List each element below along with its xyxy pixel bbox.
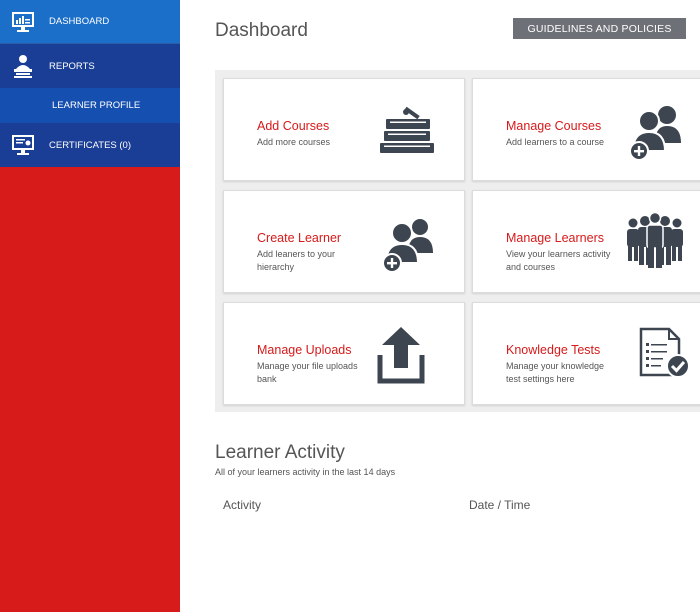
sidebar-item-label: CERTIFICATES (0) — [49, 139, 131, 151]
page-title: Dashboard — [215, 20, 308, 41]
card-knowledge-tests[interactable]: Knowledge Tests Manage your knowledge te… — [472, 302, 700, 405]
sidebar-item-label: LEARNER PROFILE — [52, 100, 141, 111]
card-title: Knowledge Tests — [506, 343, 601, 357]
document-check-icon — [637, 325, 700, 389]
user-add-icon — [376, 211, 440, 275]
column-header-activity[interactable]: Activity — [223, 498, 261, 512]
monitor-icon — [10, 10, 36, 34]
card-description: Manage your file uploads bank — [257, 361, 358, 384]
column-header-date-time[interactable]: Date / Time — [469, 498, 530, 512]
card-title: Manage Learners — [506, 231, 604, 245]
card-title: Create Learner — [257, 231, 342, 245]
sidebar-item-label: REPORTS — [49, 60, 95, 72]
dashboard-cards-panel: Add Courses Add more courses Manage Cour… — [215, 70, 700, 412]
card-description: Add leaners to your hierarchy — [257, 249, 336, 272]
card-add-courses[interactable]: Add Courses Add more courses — [223, 78, 465, 181]
card-description: Add more courses — [257, 137, 331, 147]
learner-activity-subtitle: All of your learners activity in the las… — [215, 467, 396, 477]
card-description: Add learners to a course — [506, 137, 605, 147]
card-title: Manage Uploads — [257, 343, 352, 357]
sidebar-item-certificates[interactable]: CERTIFICATES (0) — [0, 123, 180, 167]
sidebar-item-label: DASHBOARD — [49, 16, 110, 27]
main-content: Dashboard GUIDELINES AND POLICIES Add Co… — [180, 0, 700, 612]
certificate-icon — [10, 133, 36, 157]
card-title: Add Courses — [257, 119, 330, 133]
sidebar-item-dashboard[interactable]: DASHBOARD — [0, 0, 180, 44]
card-description: Manage your knowledge test settings here — [506, 361, 605, 384]
users-add-icon — [623, 99, 687, 163]
card-description: View your learners activity and courses — [506, 249, 611, 272]
card-manage-learners[interactable]: Manage Learners View your learners activ… — [472, 190, 700, 293]
upload-icon — [376, 323, 440, 387]
learner-activity-title: Learner Activity — [215, 442, 345, 463]
card-manage-courses[interactable]: Manage Courses Add learners to a course — [472, 78, 700, 181]
group-icon — [623, 209, 687, 273]
guidelines-button[interactable]: GUIDELINES AND POLICIES — [513, 18, 686, 39]
books-icon — [376, 99, 440, 163]
card-create-learner[interactable]: Create Learner Add leaners to your hiera… — [223, 190, 465, 293]
card-title: Manage Courses — [506, 119, 602, 133]
reports-icon — [10, 54, 36, 78]
sidebar-item-reports[interactable]: REPORTS — [0, 44, 180, 88]
sidebar-item-learner-profile[interactable]: LEARNER PROFILE — [0, 88, 180, 123]
card-manage-uploads[interactable]: Manage Uploads Manage your file uploads … — [223, 302, 465, 405]
sidebar: DASHBOARD REPORTS LEARNER PROFILE CERTIF… — [0, 0, 180, 612]
